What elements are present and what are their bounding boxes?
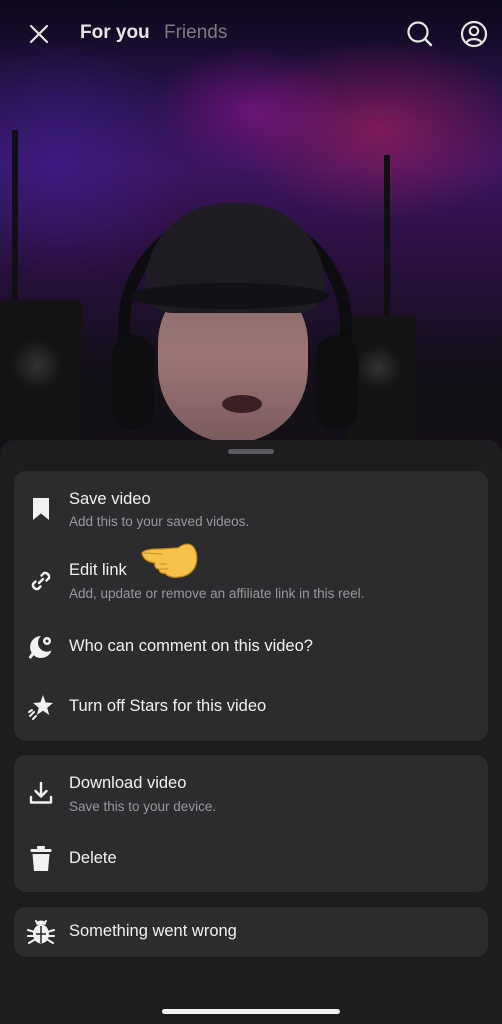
tab-friends[interactable]: Friends: [164, 22, 227, 44]
profile-icon[interactable]: [458, 18, 490, 50]
edit-link-subtitle: Add, update or remove an affiliate link …: [69, 586, 365, 601]
turn-off-stars-option[interactable]: Turn off Stars for this video: [14, 681, 488, 733]
pointing-hand-icon: [140, 536, 200, 591]
speaker-left: [0, 300, 82, 440]
tab-for-you[interactable]: For you: [80, 22, 150, 44]
turn-off-stars-title: Turn off Stars for this video: [69, 697, 267, 715]
options-group-file: Download video Save this to your device.…: [14, 755, 488, 892]
save-video-title: Save video: [69, 490, 151, 508]
download-video-title: Download video: [69, 774, 187, 792]
stars-icon: [26, 692, 56, 722]
options-group-report: Something went wrong: [14, 907, 488, 957]
video-player[interactable]: [0, 0, 502, 460]
delete-option[interactable]: Delete: [14, 833, 488, 885]
search-icon[interactable]: [404, 18, 436, 50]
who-can-comment-option[interactable]: Who can comment on this video?: [14, 621, 488, 673]
delete-title: Delete: [69, 849, 117, 867]
options-group-video: Save video Add this to your saved videos…: [14, 471, 488, 741]
save-video-option[interactable]: Save video Add this to your saved videos…: [14, 481, 488, 536]
download-icon: [26, 778, 56, 808]
top-bar: For you Friends: [0, 14, 502, 54]
save-video-subtitle: Add this to your saved videos.: [69, 514, 250, 529]
options-sheet: Save video Add this to your saved videos…: [0, 440, 502, 1024]
trash-icon: [26, 844, 56, 874]
link-icon: [26, 566, 56, 596]
close-icon[interactable]: [23, 18, 55, 50]
person-in-video: [110, 195, 360, 460]
speaker-stand-left: [12, 130, 18, 310]
speaker-stand-right: [384, 155, 390, 315]
sheet-drag-handle[interactable]: [228, 449, 274, 454]
something-went-wrong-option[interactable]: Something went wrong: [14, 907, 488, 957]
edit-link-option[interactable]: Edit link Add, update or remove an affil…: [14, 551, 488, 606]
who-can-comment-title: Who can comment on this video?: [69, 637, 313, 655]
bug-icon: [26, 917, 56, 947]
bookmark-icon: [26, 494, 56, 524]
download-video-subtitle: Save this to your device.: [69, 799, 217, 814]
something-went-wrong-title: Something went wrong: [69, 922, 237, 940]
edit-link-title: Edit link: [69, 561, 127, 579]
comment-settings-icon: [26, 632, 56, 662]
home-indicator[interactable]: [162, 1009, 340, 1014]
download-video-option[interactable]: Download video Save this to your device.: [14, 765, 488, 820]
